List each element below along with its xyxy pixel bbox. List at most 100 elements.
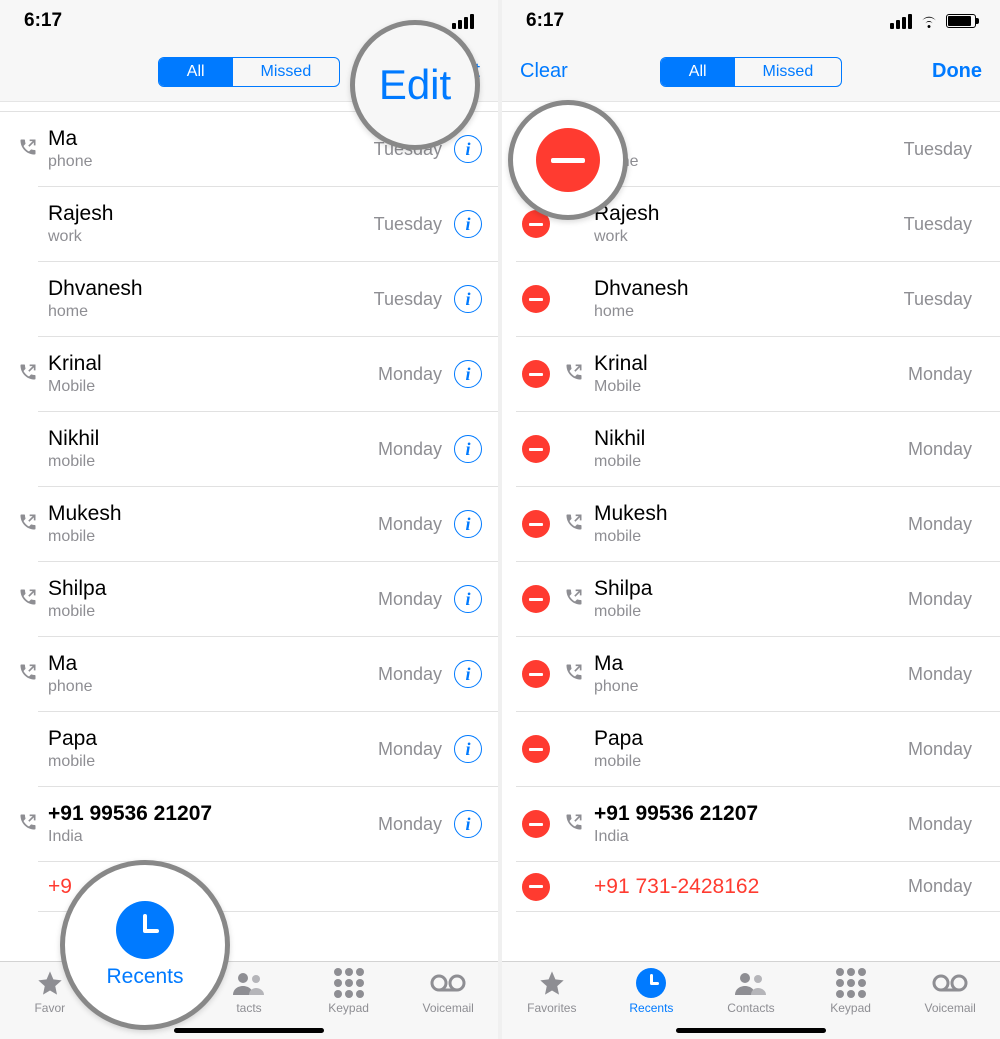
delete-row-button[interactable] — [522, 735, 550, 763]
recents-list[interactable]: MaphoneTuesdayiRajeshworkTuesdayiDhvanes… — [0, 102, 498, 967]
call-day: Monday — [378, 814, 442, 835]
call-row[interactable]: PapamobileMondayi — [38, 712, 498, 787]
call-row[interactable]: +91 99536 21207IndiaMondayi — [38, 787, 498, 862]
filter-segmented-control[interactable]: All Missed — [660, 57, 842, 87]
call-row[interactable]: RajeshworkTuesdayi — [38, 187, 498, 262]
delete-row-button[interactable] — [522, 660, 550, 688]
home-indicator[interactable] — [174, 1028, 324, 1033]
callout-edit-button: Edit — [350, 20, 480, 150]
recents-list-edit[interactable]: MaphoneTuesdayRajeshworkTuesdayDhvaneshh… — [502, 102, 1000, 967]
call-day: Monday — [908, 589, 972, 610]
delete-row-button[interactable] — [522, 435, 550, 463]
call-subtitle: mobile — [48, 453, 378, 471]
delete-row-button[interactable] — [522, 510, 550, 538]
contacts-icon — [734, 969, 768, 997]
call-row-edit[interactable]: PapamobileMonday — [516, 712, 1000, 787]
call-subtitle: mobile — [594, 453, 908, 471]
delete-row-button[interactable] — [522, 810, 550, 838]
call-subtitle: home — [48, 303, 374, 321]
info-button[interactable]: i — [454, 510, 482, 538]
outgoing-call-icon — [564, 812, 584, 832]
call-subtitle: India — [48, 828, 378, 846]
delete-row-button[interactable] — [522, 360, 550, 388]
call-subtitle: phone — [48, 153, 374, 171]
call-name: Ma — [594, 127, 904, 151]
tab-bar: Favorites Recents Contacts Keypad Voicem… — [502, 961, 1000, 1039]
segment-missed[interactable]: Missed — [735, 58, 842, 86]
delete-row-button[interactable] — [522, 873, 550, 901]
clear-button[interactable]: Clear — [520, 60, 580, 83]
call-row-edit[interactable]: +91 99536 21207IndiaMonday — [516, 787, 1000, 862]
call-day: Monday — [378, 739, 442, 760]
segment-all[interactable]: All — [159, 58, 233, 86]
tab-label: Voicemail — [422, 1001, 473, 1015]
call-day: Monday — [908, 814, 972, 835]
call-day: Monday — [378, 364, 442, 385]
call-name: Krinal — [48, 352, 378, 376]
segment-missed[interactable]: Missed — [233, 58, 340, 86]
outgoing-call-icon — [18, 662, 38, 682]
call-row-edit[interactable]: +91 731-2428162Monday — [516, 862, 1000, 912]
call-subtitle: work — [594, 228, 904, 246]
call-name: Nikhil — [48, 427, 378, 451]
tab-voicemail[interactable]: Voicemail — [408, 968, 488, 1015]
tab-contacts[interactable]: Contacts — [711, 968, 791, 1015]
call-row[interactable]: MaphoneMondayi — [38, 637, 498, 712]
segment-all[interactable]: All — [661, 58, 735, 86]
tab-voicemail[interactable]: Voicemail — [910, 968, 990, 1015]
call-day: Monday — [908, 664, 972, 685]
call-day: Tuesday — [904, 289, 972, 310]
voicemail-icon — [430, 973, 466, 993]
outgoing-call-icon — [564, 362, 584, 382]
call-row-edit[interactable]: Shilpa mobileMonday — [516, 562, 1000, 637]
done-button[interactable]: Done — [922, 60, 982, 83]
info-button[interactable]: i — [454, 735, 482, 763]
call-row[interactable]: KrinalMobileMondayi — [38, 337, 498, 412]
call-row-edit[interactable]: NikhilmobileMonday — [516, 412, 1000, 487]
call-name: +91 99536 21207 — [594, 802, 908, 826]
call-row-edit[interactable]: MaphoneMonday — [516, 637, 1000, 712]
home-indicator[interactable] — [676, 1028, 826, 1033]
tab-keypad[interactable]: Keypad — [811, 968, 891, 1015]
info-button[interactable]: i — [454, 285, 482, 313]
tab-favorites[interactable]: Favorites — [512, 968, 592, 1015]
call-name: Shilpa — [594, 577, 908, 601]
status-bar: 6:17 — [502, 0, 1000, 42]
tab-label: Recents — [629, 1001, 673, 1015]
info-button[interactable]: i — [454, 210, 482, 238]
tab-label: Voicemail — [924, 1001, 975, 1015]
filter-segmented-control[interactable]: All Missed — [158, 57, 340, 87]
call-row-edit[interactable]: DhvaneshhomeTuesday — [516, 262, 1000, 337]
delete-row-button[interactable] — [522, 585, 550, 613]
info-button[interactable]: i — [454, 585, 482, 613]
clock-icon — [116, 901, 174, 959]
tab-keypad[interactable]: Keypad — [309, 968, 389, 1015]
call-name: Nikhil — [594, 427, 908, 451]
info-button[interactable]: i — [454, 435, 482, 463]
call-row[interactable]: NikhilmobileMondayi — [38, 412, 498, 487]
call-row[interactable]: MukeshmobileMondayi — [38, 487, 498, 562]
call-subtitle: mobile — [48, 753, 378, 771]
call-subtitle: home — [594, 303, 904, 321]
call-row[interactable]: DhvaneshhomeTuesdayi — [38, 262, 498, 337]
call-subtitle: mobile — [594, 753, 908, 771]
call-subtitle: mobile — [48, 603, 378, 621]
star-icon — [35, 969, 65, 997]
info-button[interactable]: i — [454, 810, 482, 838]
call-name: Mukesh — [48, 502, 378, 526]
outgoing-call-icon — [564, 662, 584, 682]
delete-row-button[interactable] — [522, 285, 550, 313]
info-button[interactable]: i — [454, 660, 482, 688]
call-day: Tuesday — [904, 139, 972, 160]
call-row-edit[interactable]: KrinalMobileMonday — [516, 337, 1000, 412]
info-button[interactable]: i — [454, 360, 482, 388]
call-name: Shilpa — [48, 577, 378, 601]
outgoing-call-icon — [18, 587, 38, 607]
signal-icon — [890, 14, 912, 29]
call-subtitle: mobile — [594, 603, 908, 621]
tab-recents[interactable]: Recents — [611, 968, 691, 1015]
info-button[interactable]: i — [454, 135, 482, 163]
call-name: Papa — [594, 727, 908, 751]
call-row-edit[interactable]: MukeshmobileMonday — [516, 487, 1000, 562]
call-row[interactable]: ShilpamobileMondayi — [38, 562, 498, 637]
